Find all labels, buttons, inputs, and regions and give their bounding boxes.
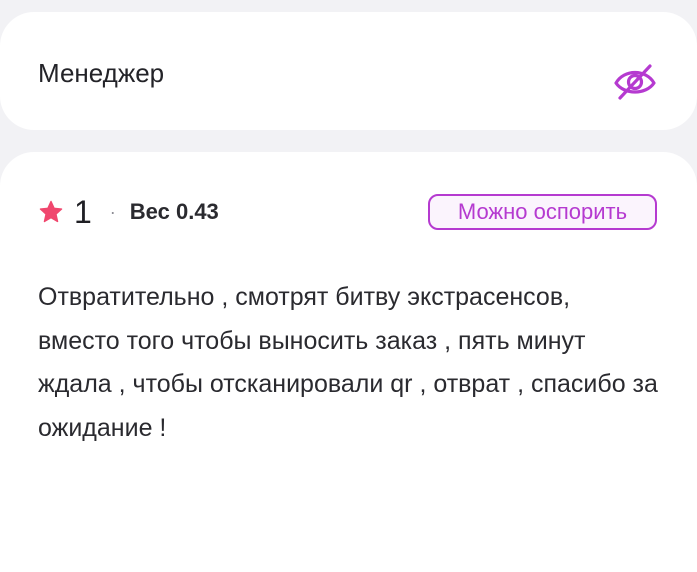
dispute-button[interactable]: Можно оспорить [428,194,657,230]
separator-dot: · [109,201,116,222]
review-text: Отвратительно , смотрят битву экстрасенс… [38,283,658,442]
rating-row: 1 · Вес 0.43 [38,192,219,232]
star-icon [39,200,63,223]
manager-title: Менеджер [38,58,165,88]
weight-label: Вес 0.43 [129,199,219,224]
rating-value: 1 [74,194,92,230]
hide-toggle-button[interactable] [610,62,660,102]
manager-card: Менеджер [0,12,697,130]
review-card: 1 · Вес 0.43 Можно оспорить Отвратительн… [0,152,697,572]
eye-off-icon [614,64,656,100]
